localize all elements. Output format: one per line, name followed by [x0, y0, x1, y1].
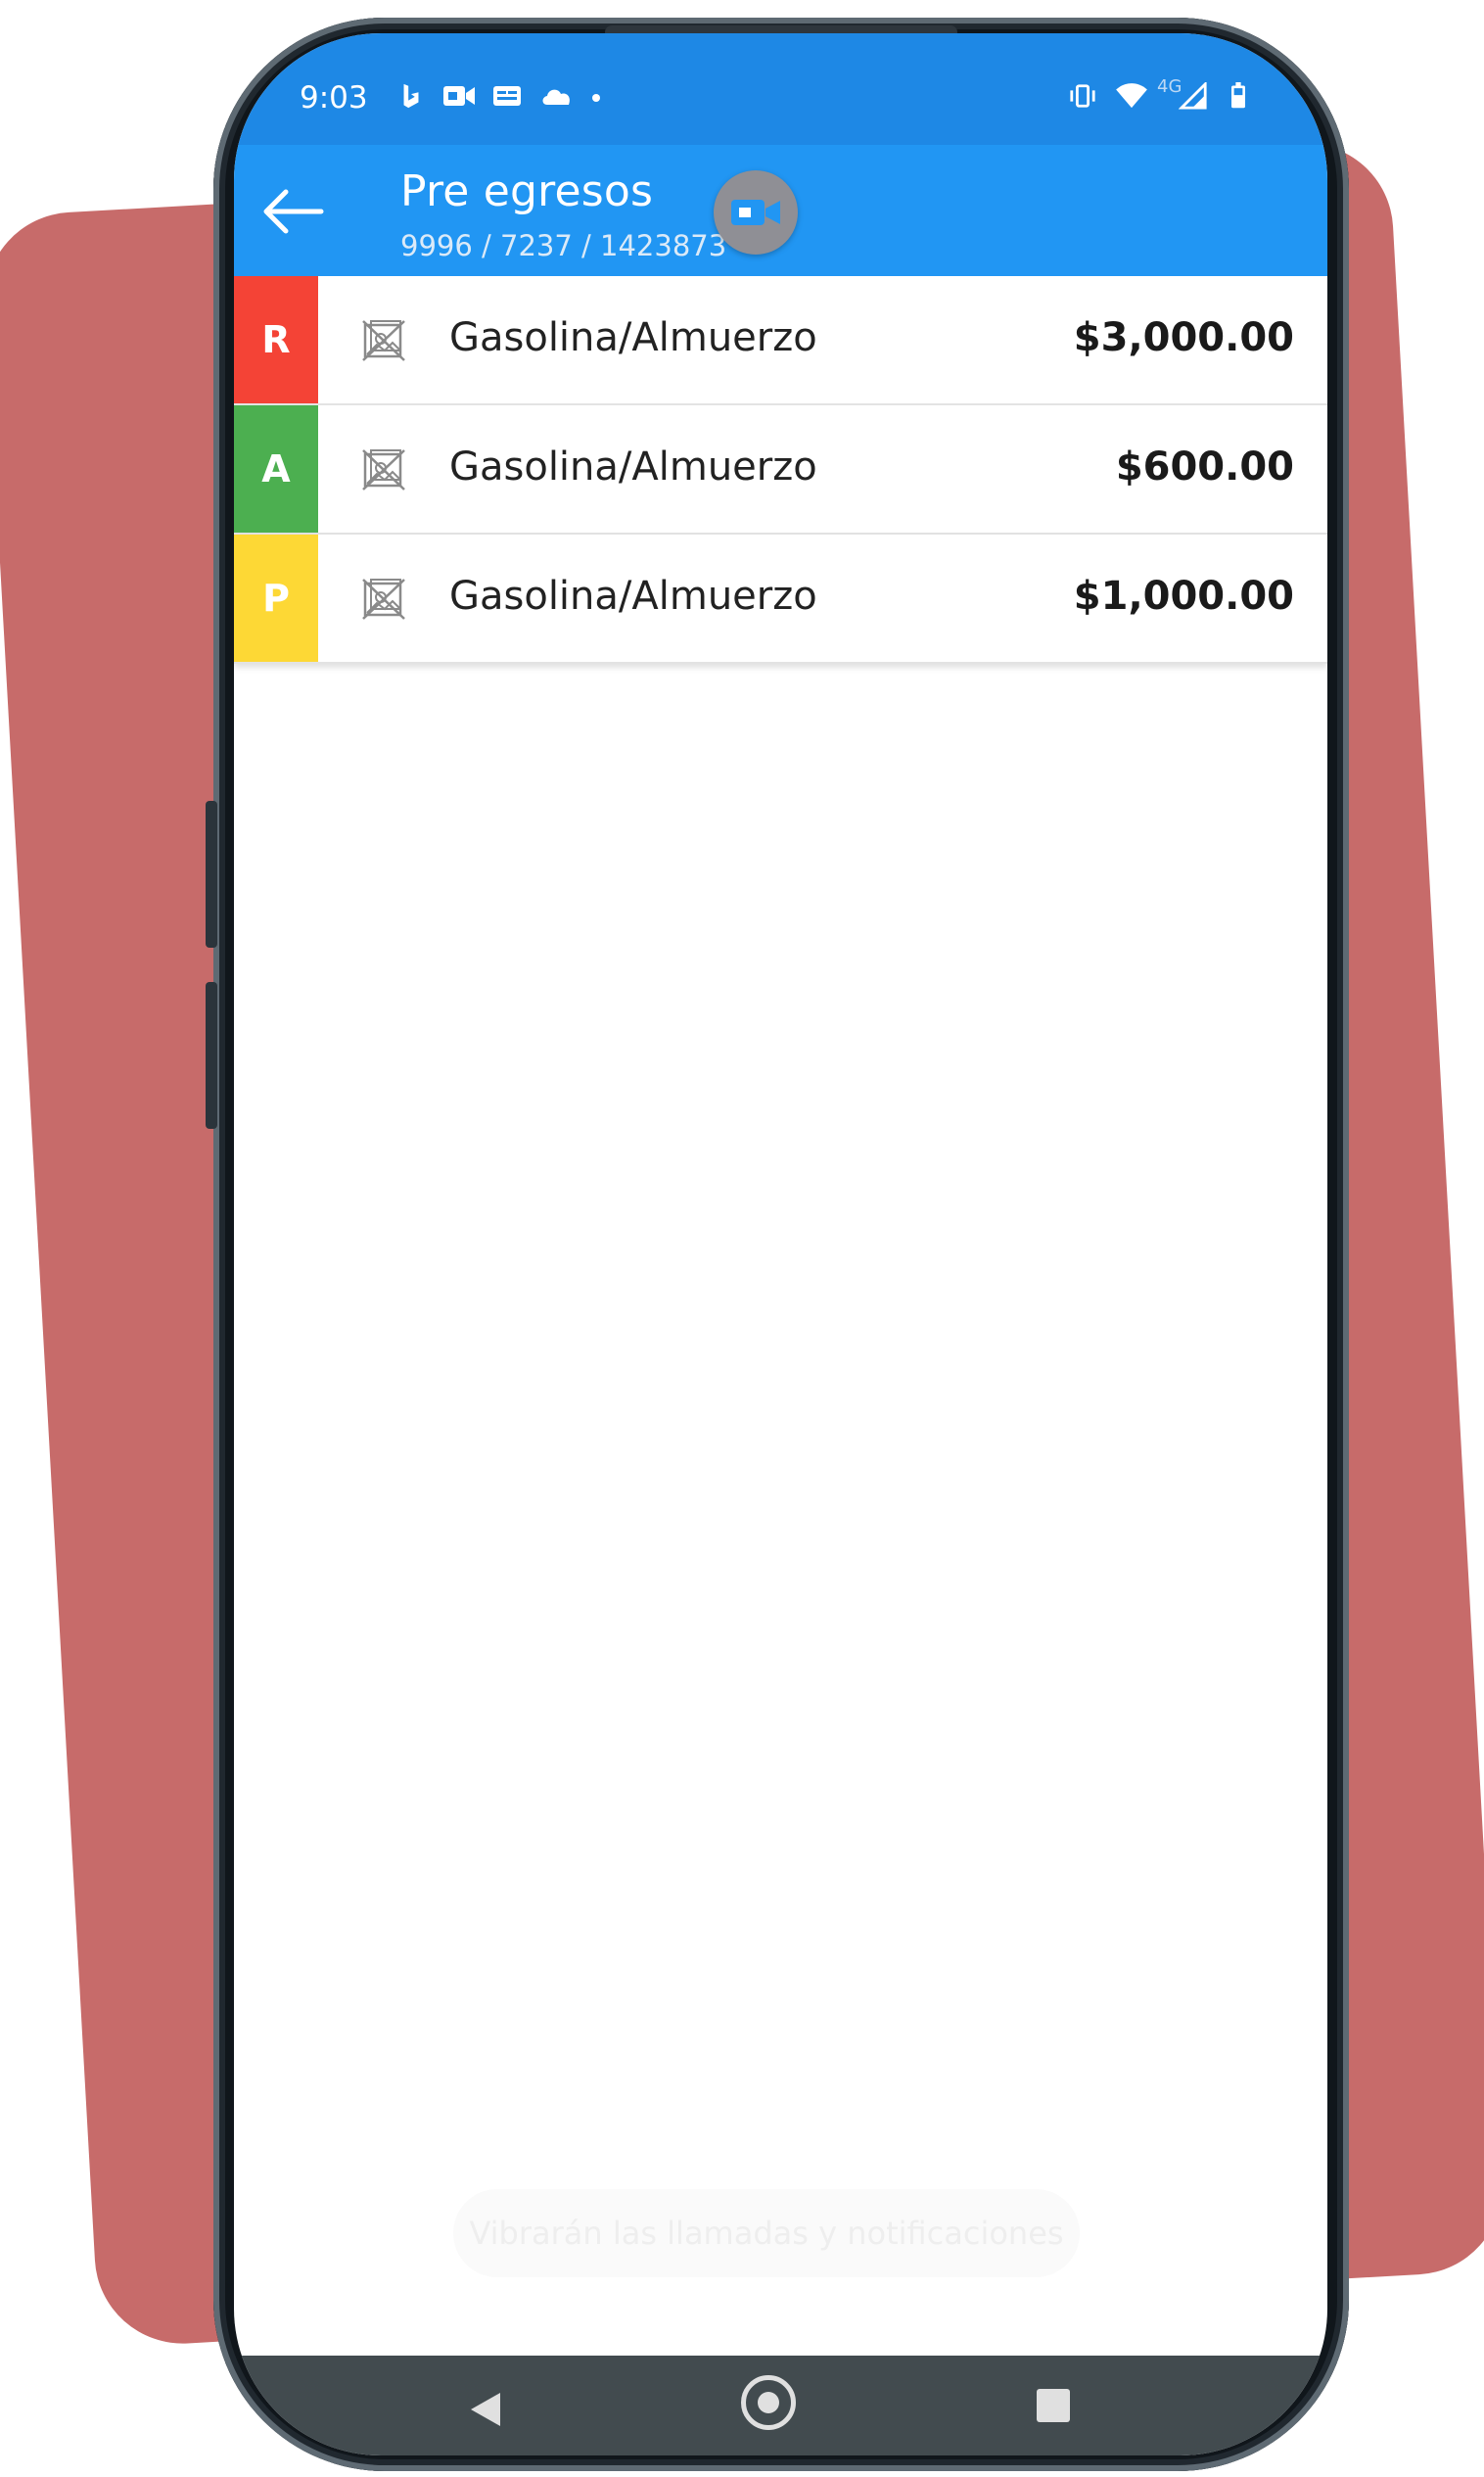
expense-label: Gasolina/Almuerzo [449, 315, 817, 360]
wifi-icon [1116, 83, 1147, 109]
video-call-bubble[interactable] [714, 170, 798, 255]
expense-label: Gasolina/Almuerzo [449, 444, 817, 490]
video-camera-icon [731, 200, 780, 225]
expense-label: Gasolina/Almuerzo [449, 574, 817, 619]
no-image-icon [362, 579, 405, 620]
nav-recents-button[interactable] [1037, 2389, 1070, 2422]
expense-amount: $1,000.00 [1073, 574, 1294, 619]
vibrate-icon [1070, 84, 1095, 108]
arrow-back-icon [263, 189, 324, 234]
expense-amount: $3,000.00 [1073, 315, 1294, 360]
page-title: Pre egresos [400, 166, 654, 216]
toast-message: Vibrarán las llamadas y notificaciones [453, 2189, 1080, 2277]
cloud-icon [542, 89, 570, 105]
gmail-icon [493, 86, 521, 106]
app-bar: Pre egresos 9996 / 7237 / 1423873 [234, 145, 1327, 276]
phone-frame: 9:03 4G Pre egresos 9996 / 7237 / 142387… [206, 18, 1349, 2471]
no-image-icon [362, 449, 405, 491]
expense-amount: $600.00 [1115, 444, 1294, 490]
list-item[interactable]: A Gasolina/Almuerzo $600.00 [234, 405, 1327, 535]
power-button [206, 982, 217, 1129]
dot-icon [592, 94, 600, 102]
battery-icon [1231, 82, 1245, 109]
home-dot-icon [758, 2392, 779, 2413]
page-subtitle: 9996 / 7237 / 1423873 [400, 229, 727, 262]
signal-4g-icon [1179, 82, 1207, 110]
system-nav-bar [234, 2356, 1327, 2455]
no-image-icon [362, 320, 405, 361]
status-bar: 9:03 4G [234, 33, 1327, 145]
bing-icon [403, 83, 419, 109]
status-time: 9:03 [300, 80, 368, 116]
volume-button [206, 801, 217, 948]
status-letter-badge: R [234, 276, 318, 403]
nav-home-button[interactable] [741, 2375, 796, 2430]
back-button[interactable] [252, 170, 334, 253]
phone-screen: 9:03 4G Pre egresos 9996 / 7237 / 142387… [234, 33, 1327, 2455]
video-call-icon [443, 86, 475, 106]
list-item[interactable]: R Gasolina/Almuerzo $3,000.00 [234, 276, 1327, 405]
status-letter-badge: P [234, 535, 318, 662]
nav-back-button[interactable] [469, 2391, 502, 2428]
list-item[interactable]: P Gasolina/Almuerzo $1,000.00 [234, 535, 1327, 664]
expense-list: R Gasolina/Almuerzo $3,000.00 A Gasolina… [234, 276, 1327, 664]
status-letter-badge: A [234, 405, 318, 533]
